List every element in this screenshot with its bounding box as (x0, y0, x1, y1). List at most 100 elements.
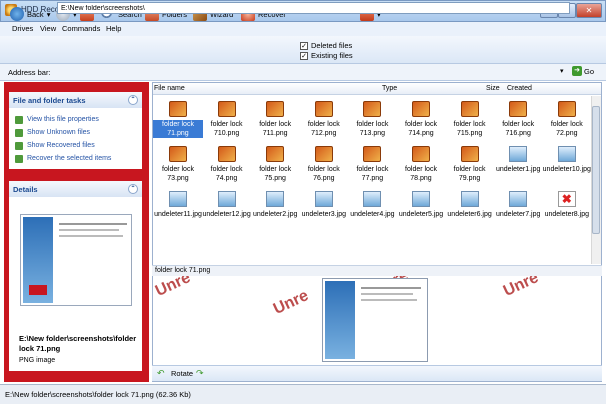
file-item[interactable]: undeleter6.jpg (445, 186, 495, 240)
folder-lock-file-icon (266, 101, 285, 117)
file-name-label: undeleter12.jpg (202, 211, 251, 218)
file-name-label: folder lock 711.png (259, 121, 292, 137)
rotate-right-icon[interactable]: ↷ (196, 368, 204, 379)
thumbnail-line (59, 223, 127, 225)
task-view-properties[interactable]: View this file properties (9, 113, 142, 126)
file-item[interactable]: undeleter3.jpg (299, 186, 349, 240)
image-file-icon (169, 191, 187, 207)
menu-commands[interactable]: Commands (62, 24, 100, 33)
folder-lock-file-icon (217, 101, 236, 117)
file-name-label: undeleter8.jpg (544, 211, 589, 218)
close-button[interactable]: ✕ (576, 3, 602, 18)
file-grid: folder lock 71.png folder lock 710.png fol… (153, 96, 591, 264)
column-file-name[interactable]: File name (154, 85, 185, 92)
status-bar: E:\New folder\screenshots\folder lock 71… (0, 384, 606, 404)
menu-help[interactable]: Help (106, 24, 121, 33)
details-file-path: E:\New folder\screenshots\folder lock 71… (19, 334, 137, 353)
menu-view[interactable]: View (40, 24, 56, 33)
file-name-label: folder lock 77.png (356, 166, 389, 182)
deleted-files-label: Deleted files (311, 41, 353, 50)
address-input[interactable] (57, 2, 570, 14)
preview-image-line (361, 299, 417, 301)
watermark-text: Unre (153, 276, 194, 300)
tasks-panel-title: File and folder tasks (13, 96, 86, 105)
folder-lock-file-icon (169, 101, 187, 117)
collapse-icon[interactable]: ⌃ (128, 95, 138, 105)
rotate-bar (152, 365, 602, 381)
details-thumbnail (20, 214, 132, 306)
thumbnail-line (59, 229, 119, 231)
file-name-label: folder lock 71.png (153, 120, 203, 138)
file-name-label: undeleter6.jpg (447, 211, 492, 218)
column-type[interactable]: Type (382, 85, 397, 92)
details-file-type: PNG image (19, 357, 56, 364)
go-button[interactable]: ➜ Go (572, 66, 594, 76)
task-label: View this file properties (27, 116, 99, 123)
tasks-panel-header[interactable]: File and folder tasks ⌃ (9, 92, 142, 108)
task-show-unknown[interactable]: Show Unknown files (9, 126, 142, 139)
file-item[interactable]: undeleter7.jpg (493, 186, 543, 240)
back-button[interactable]: Back ▾ (10, 7, 50, 21)
file-name-label: undeleter3.jpg (301, 211, 346, 218)
chevron-down-icon: ▾ (46, 9, 51, 19)
address-label: Address bar: (8, 68, 51, 77)
image-file-icon (509, 191, 528, 207)
folder-lock-file-icon (169, 146, 187, 162)
details-panel-header[interactable]: Details ⌃ (9, 181, 142, 197)
file-folder-tasks-panel: File and folder tasks ⌃ View this file p… (9, 92, 142, 169)
file-name-label: folder lock 74.png (210, 166, 243, 182)
deleted-files-checkbox[interactable]: ✓ Deleted files (300, 41, 352, 50)
folder-lock-file-icon (217, 146, 236, 162)
column-size[interactable]: Size (486, 85, 500, 92)
file-name-label: folder lock 73.png (162, 166, 194, 182)
task-show-recovered[interactable]: Show Recovered files (9, 139, 142, 152)
file-name-label: undeleter11.jpg (154, 211, 202, 218)
menu-drives[interactable]: Drives (12, 24, 33, 33)
file-name-label: folder lock 76.png (307, 166, 340, 182)
preview-filename: folder lock 71.png (152, 265, 602, 276)
rotate-label: Rotate (171, 369, 194, 378)
task-label: Show Recovered files (27, 142, 95, 149)
image-file-icon (363, 191, 382, 207)
folder-lock-file-icon (412, 146, 430, 162)
details-panel-title: Details (13, 185, 38, 194)
task-recover-selected[interactable]: Recover the selected items (9, 152, 142, 165)
file-name-label: folder lock 716.png (502, 121, 535, 137)
image-file-icon (217, 191, 236, 207)
image-file-icon (314, 191, 333, 207)
address-dropdown-icon[interactable]: ▾ (560, 67, 568, 77)
image-file-icon (509, 146, 528, 162)
existing-files-checkbox[interactable]: ✓ Existing files (300, 51, 353, 60)
preview-image-sidebar (325, 281, 355, 359)
back-arrow-icon (10, 7, 24, 21)
file-name-label: folder lock 713.png (356, 121, 389, 137)
properties-icon (15, 115, 23, 124)
preview-image (322, 278, 428, 362)
file-name-label: undeleter2.jpg (253, 211, 298, 218)
column-created[interactable]: Created (507, 85, 532, 92)
image-file-icon (557, 146, 576, 162)
address-bar (0, 64, 606, 81)
preview-image-line (361, 293, 413, 295)
file-name-label: folder lock 79.png (453, 166, 486, 182)
file-name-label: folder lock 712.png (307, 121, 340, 137)
damaged-file-icon: ✖ (557, 191, 576, 207)
file-name-label: folder lock 75.png (259, 166, 292, 182)
file-item[interactable]: undeleter11.jpg (153, 186, 203, 240)
existing-files-label: Existing files (311, 51, 353, 60)
file-name-label: undeleter7.jpg (496, 211, 541, 218)
folder-lock-file-icon (363, 146, 382, 162)
unknown-files-icon (15, 128, 23, 137)
rotate-left-icon[interactable]: ↶ (157, 368, 165, 379)
file-item[interactable]: undeleter2.jpg (250, 186, 300, 240)
file-item[interactable]: ✖ undeleter8.jpg (542, 186, 591, 240)
folder-lock-file-icon (460, 146, 479, 162)
file-item[interactable]: undeleter4.jpg (347, 186, 397, 240)
collapse-icon[interactable]: ⌃ (128, 184, 138, 194)
file-item[interactable]: undeleter5.jpg (396, 186, 446, 240)
file-item[interactable]: undeleter12.jpg (202, 186, 252, 240)
go-arrow-icon: ➜ (572, 66, 582, 76)
column-header-row (153, 83, 601, 95)
scrollbar-thumb[interactable] (592, 106, 600, 234)
folder-lock-file-icon (412, 101, 430, 117)
